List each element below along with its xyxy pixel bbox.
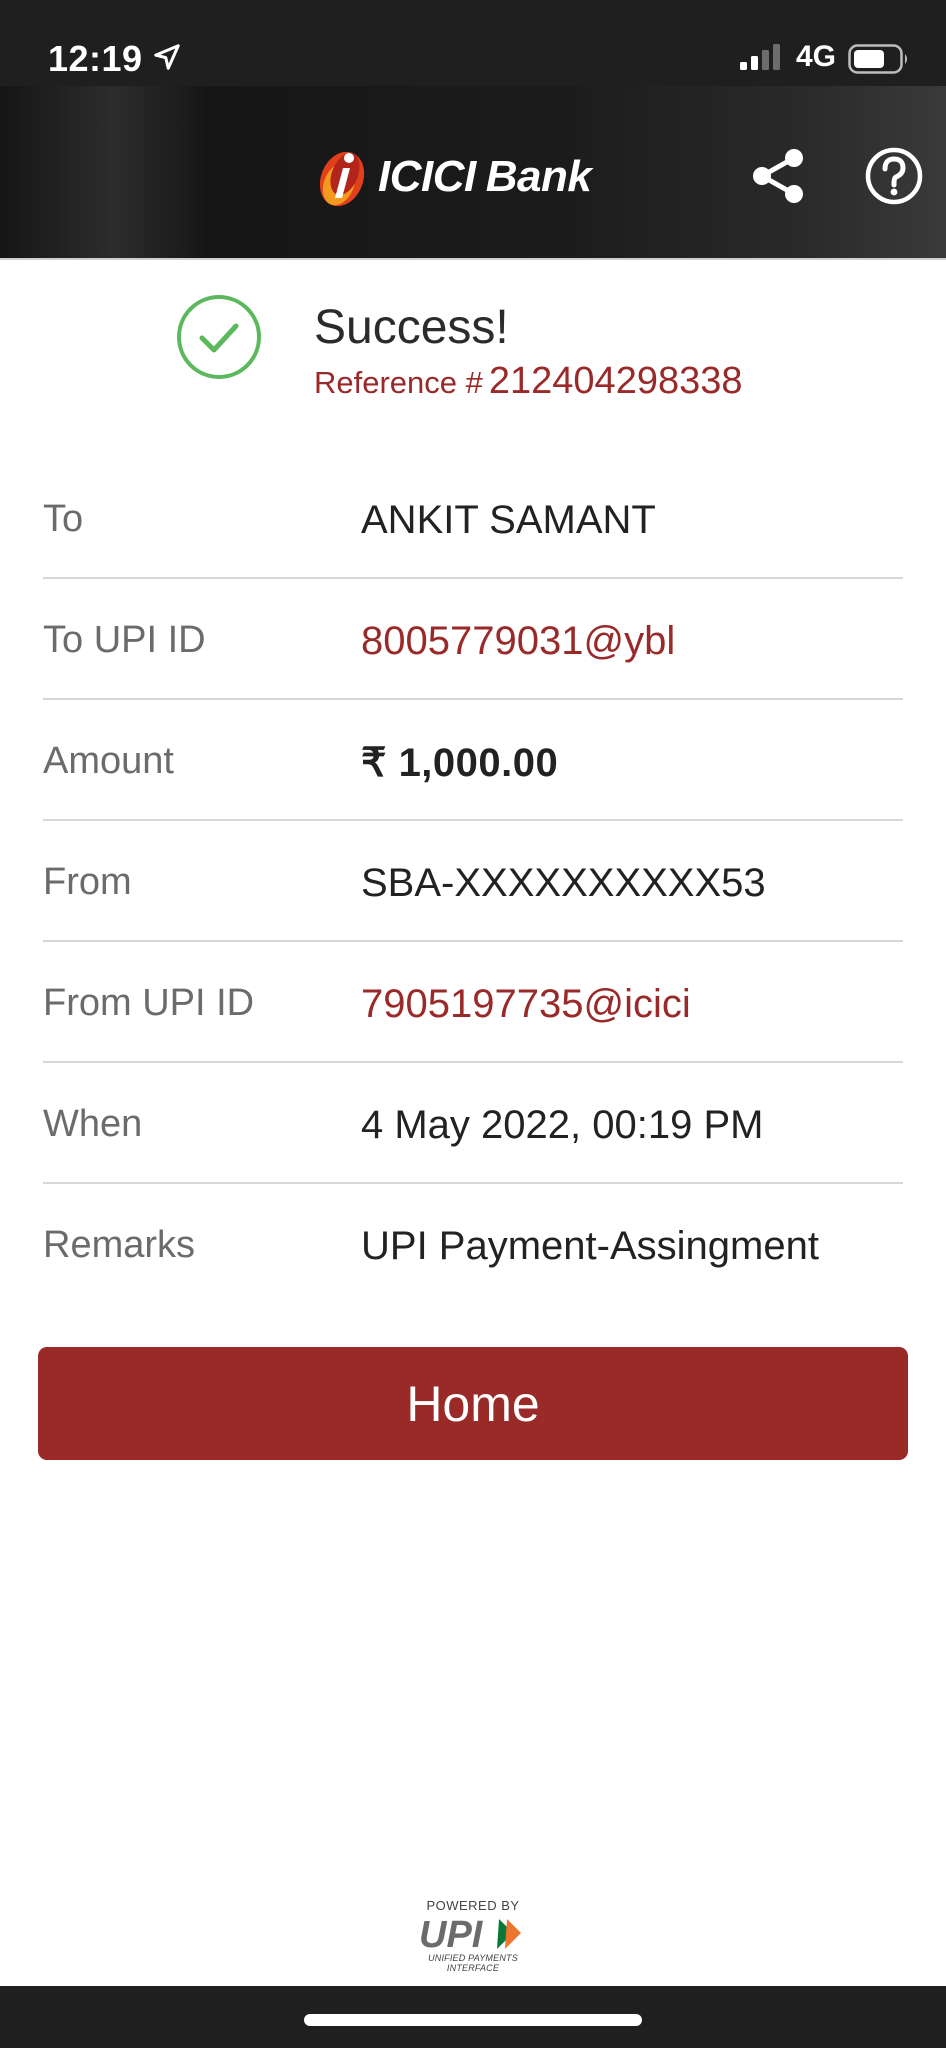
- status-time: 12:19: [48, 38, 143, 79]
- share-icon[interactable]: [750, 148, 806, 204]
- detail-value: 8005779031@ybl: [361, 619, 676, 663]
- detail-row-to: To ANKIT SAMANT: [43, 458, 903, 579]
- detail-label: When: [43, 1103, 143, 1145]
- battery-icon: [848, 44, 907, 74]
- logo-name: ICICI: [378, 152, 476, 201]
- home-button[interactable]: Home: [38, 1347, 908, 1460]
- detail-row-from: From SBA-XXXXXXXXXX53: [43, 821, 903, 942]
- icici-logo-icon: [319, 151, 365, 207]
- help-icon[interactable]: [864, 146, 924, 206]
- svg-text:UPI: UPI: [419, 1914, 484, 1953]
- detail-value: 7905197735@icici: [361, 982, 691, 1026]
- detail-row-remarks: Remarks UPI Payment-Assingment: [43, 1184, 903, 1305]
- status-bar: 12:19 4G: [0, 0, 946, 86]
- home-indicator[interactable]: [304, 2014, 642, 2026]
- detail-row-from-upi-id: From UPI ID 7905197735@icici: [43, 942, 903, 1063]
- powered-by-upi-logo: POWERED BY UPI UNIFIED PAYMENTS INTERFAC…: [408, 1898, 538, 1973]
- reference-label: Reference #: [314, 365, 483, 400]
- detail-label: Amount: [43, 740, 174, 782]
- detail-row-amount: Amount ₹ 1,000.00: [43, 700, 903, 821]
- powered-by-label: POWERED BY: [426, 1898, 520, 1913]
- upi-logo-icon: UPI: [419, 1914, 521, 1953]
- reference-number: 212404298338: [488, 360, 743, 402]
- detail-value: 4 May 2022, 00:19 PM: [361, 1103, 764, 1147]
- network-type: 4G: [796, 40, 837, 73]
- location-arrow-icon: [154, 44, 180, 70]
- detail-label: To UPI ID: [43, 619, 206, 661]
- bank-logo: ICICI Bank: [316, 144, 592, 210]
- detail-label: Remarks: [43, 1224, 196, 1266]
- detail-label: To: [43, 498, 84, 540]
- detail-value: ANKIT SAMANT: [361, 498, 656, 542]
- detail-label: From: [43, 861, 132, 903]
- detail-value: UPI Payment-Assingment: [361, 1224, 819, 1268]
- detail-value: ₹ 1,000.00: [361, 741, 559, 785]
- app-header: ICICI Bank: [0, 86, 946, 260]
- signal-icon: [740, 44, 780, 70]
- detail-value: SBA-XXXXXXXXXX53: [361, 861, 766, 905]
- detail-label: From UPI ID: [43, 982, 255, 1024]
- bottom-bar: [0, 1986, 946, 2048]
- transaction-details: To ANKIT SAMANT To UPI ID 8005779031@ybl…: [43, 458, 903, 1305]
- success-title: Success!: [314, 301, 509, 354]
- reference-line: Reference #212404298338: [314, 360, 743, 403]
- check-circle-icon: [177, 295, 261, 379]
- detail-row-to-upi-id: To UPI ID 8005779031@ybl: [43, 579, 903, 700]
- upi-full-name: UNIFIED PAYMENTS INTERFACE: [428, 1953, 518, 1973]
- logo-suffix: Bank: [485, 152, 592, 201]
- detail-row-when: When 4 May 2022, 00:19 PM: [43, 1063, 903, 1184]
